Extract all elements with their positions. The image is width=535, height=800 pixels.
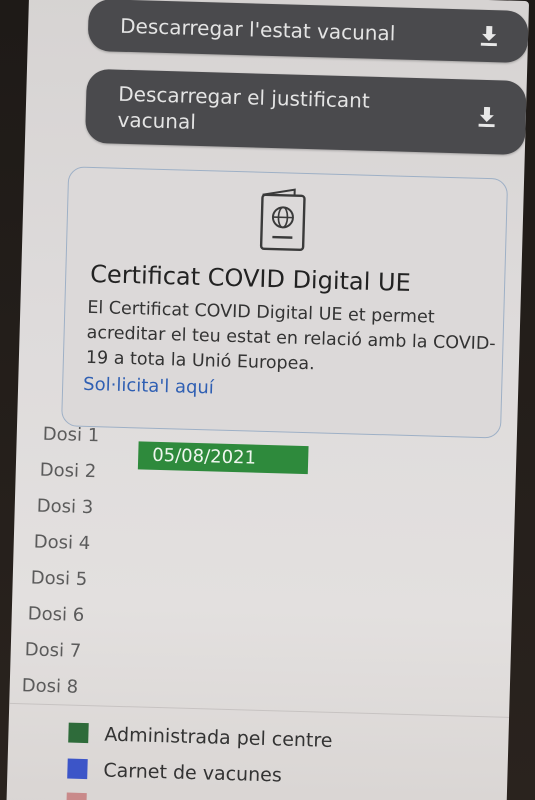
card-title: Certificat COVID Digital UE (89, 259, 412, 297)
legend-vaccine-card-label: Carnet de vacunes (103, 759, 283, 787)
download-icon (478, 106, 495, 128)
download-vaccination-proof-button[interactable]: Descarregar el justificant vacunal (84, 68, 527, 156)
legend-divider (9, 702, 510, 718)
legend-swatch-pink (66, 792, 87, 800)
covid-certificate-card: Certificat COVID Digital UE El Certifica… (61, 166, 509, 439)
request-certificate-link[interactable]: Sol·licita'l aquí (83, 374, 214, 399)
download-vaccination-status-label: Descarregar l'estat vacunal (119, 13, 396, 46)
legend-vaccine-card: Carnet de vacunes (67, 758, 283, 787)
dose-6-label: Dosi 6 (27, 603, 85, 626)
dose-1-label: Dosi 1 (42, 423, 100, 447)
legend-administered: Administrada pel centre (68, 722, 333, 752)
dose-1-date: 05/08/2021 (137, 441, 309, 475)
legend-swatch-green (68, 722, 89, 744)
passport-icon (259, 188, 306, 252)
legend-third (66, 792, 103, 800)
screen: Descarregar l'estat vacunal Descarregar … (6, 0, 530, 800)
dose-2-label: Dosi 2 (39, 459, 97, 483)
card-description: El Certificat COVID Digital UE et permet… (85, 297, 496, 375)
phone-frame: Descarregar l'estat vacunal Descarregar … (0, 0, 535, 800)
dose-8-label: Dosi 8 (21, 675, 79, 698)
download-icon (480, 25, 497, 47)
download-vaccination-proof-label: Descarregar el justificant vacunal (117, 81, 371, 134)
dose-5-label: Dosi 5 (30, 567, 88, 591)
legend-administered-label: Administrada pel centre (104, 723, 333, 752)
dose-4-label: Dosi 4 (33, 531, 91, 555)
dose-7-label: Dosi 7 (24, 639, 82, 662)
legend-swatch-blue (67, 758, 88, 780)
download-vaccination-status-button[interactable]: Descarregar l'estat vacunal (87, 0, 529, 64)
dose-3-label: Dosi 3 (36, 495, 94, 519)
